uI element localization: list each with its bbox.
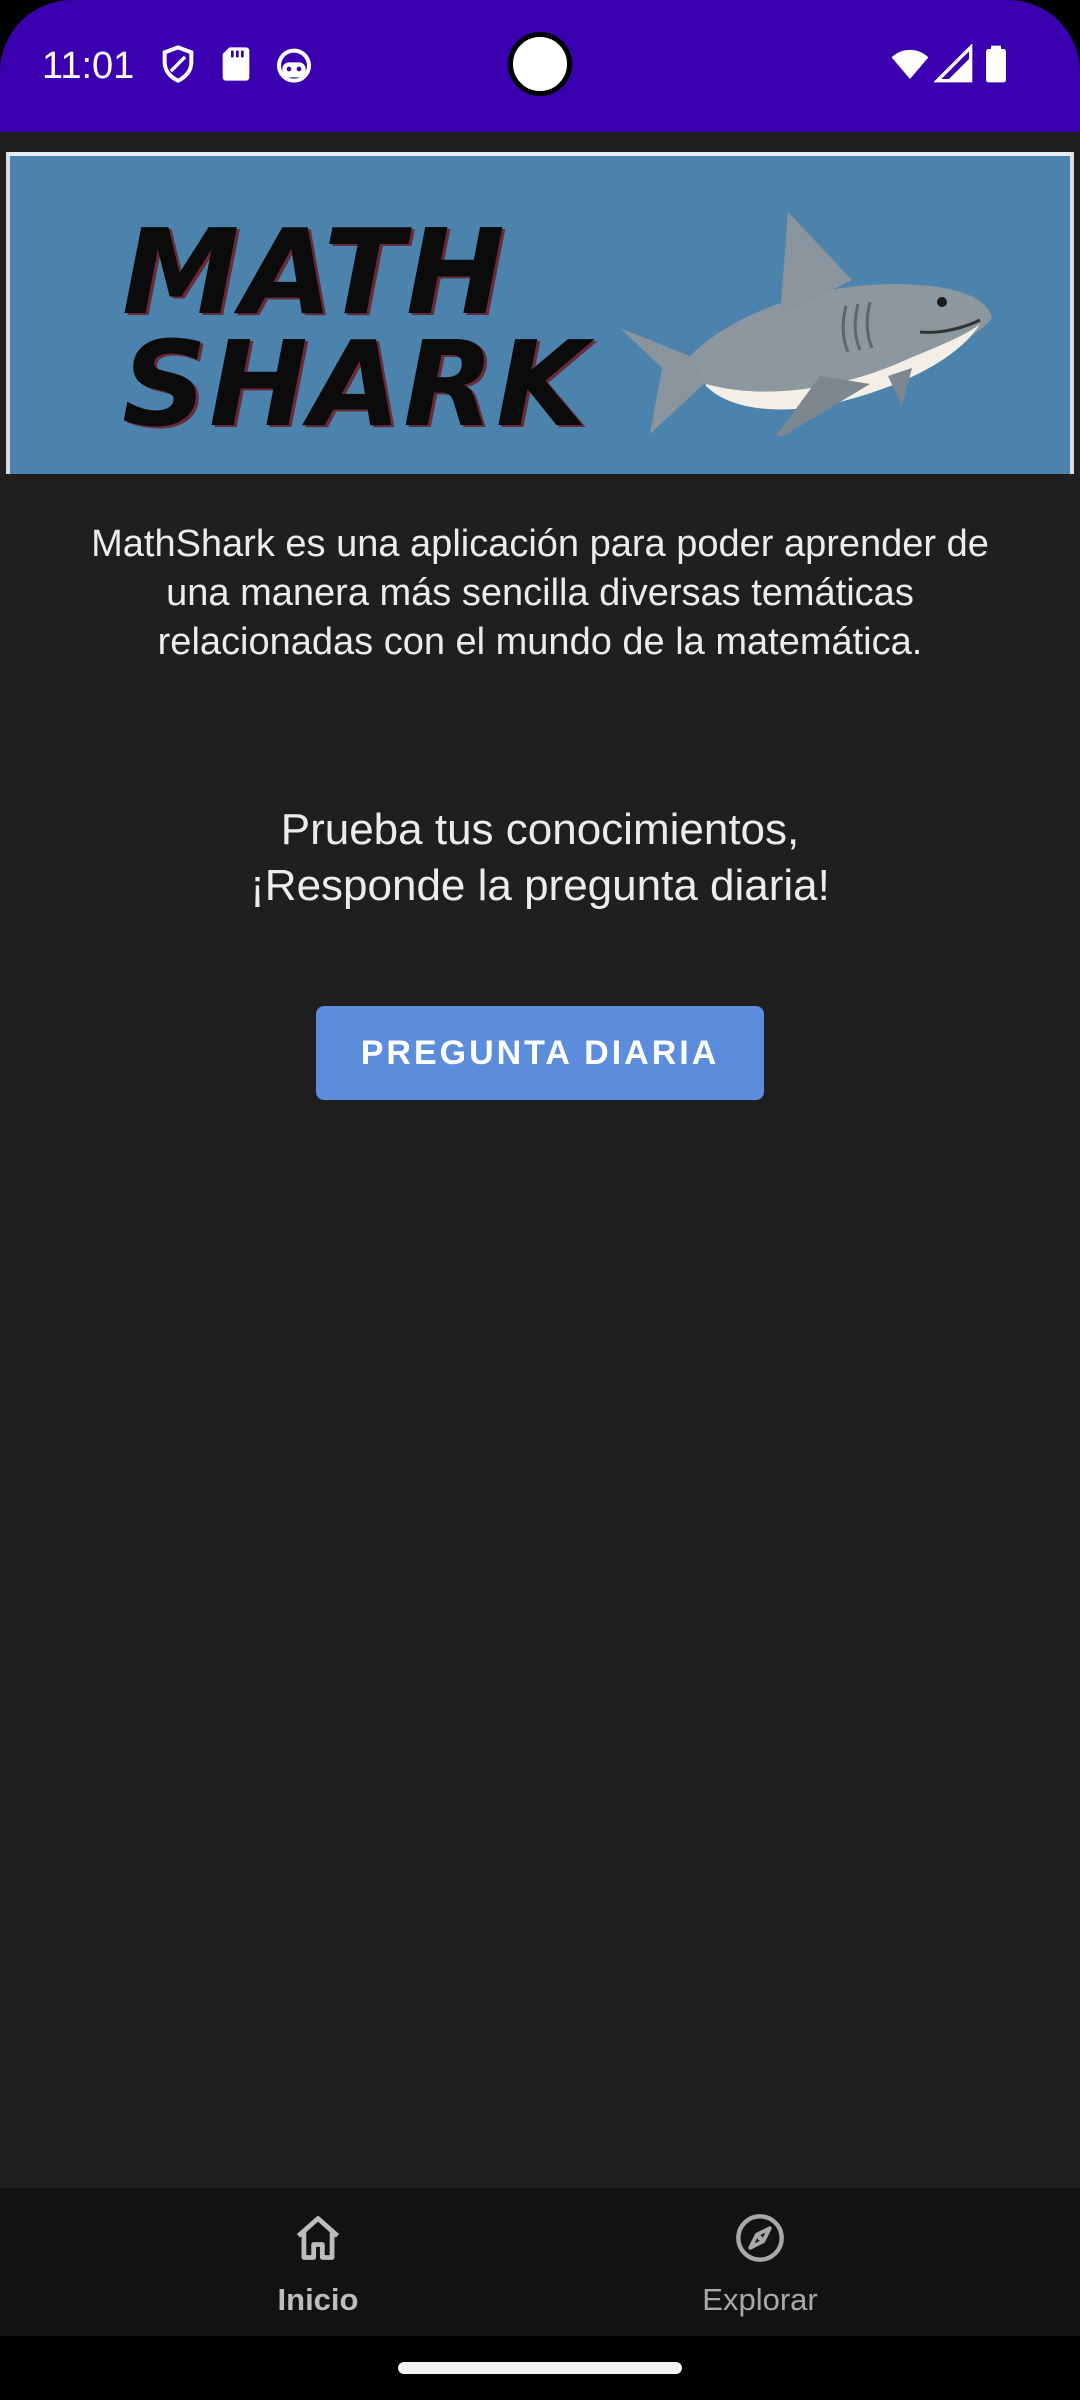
nav-item-inicio[interactable]: Inicio — [168, 2188, 468, 2336]
status-bar: 11:01 — [0, 0, 1080, 132]
bottom-navigation: Inicio Explorar — [0, 2188, 1080, 2336]
logo-line-math: MATH — [122, 203, 507, 341]
home-indicator[interactable] — [398, 2362, 682, 2374]
phone-screen: 11:01 MATH SHARK MathShark es una aplica… — [0, 0, 1080, 2400]
nav-item-explorar[interactable]: Explorar — [610, 2188, 910, 2336]
camera-cutout — [508, 32, 572, 96]
battery-icon — [986, 45, 1006, 83]
android-face-icon — [277, 48, 311, 83]
compass-icon — [736, 2214, 784, 2262]
nav-label-explorar: Explorar — [702, 2282, 818, 2317]
prompt-line-2: ¡Responde la pregunta diaria! — [250, 861, 830, 910]
home-icon — [296, 2216, 340, 2260]
sd-card-icon — [222, 47, 250, 81]
daily-question-prompt: Prueba tus conocimientos, ¡Responde la p… — [60, 802, 1020, 914]
logo-line-shark: SHARK — [122, 315, 590, 453]
signal-icon — [934, 44, 973, 83]
status-time: 11:01 — [42, 45, 135, 87]
daily-question-button[interactable]: PREGUNTA DIARIA — [316, 1006, 764, 1100]
wifi-icon — [891, 49, 929, 79]
app-description: MathShark es una aplicación para poder a… — [91, 523, 989, 663]
logo-text: MATH SHARK — [122, 203, 590, 453]
prompt-line-1: Prueba tus conocimientos, — [280, 805, 800, 854]
nav-label-inicio: Inicio — [277, 2282, 359, 2317]
mathshark-banner: MATH SHARK — [6, 152, 1074, 474]
shark-illustration — [620, 212, 992, 436]
shield-icon — [162, 45, 194, 83]
